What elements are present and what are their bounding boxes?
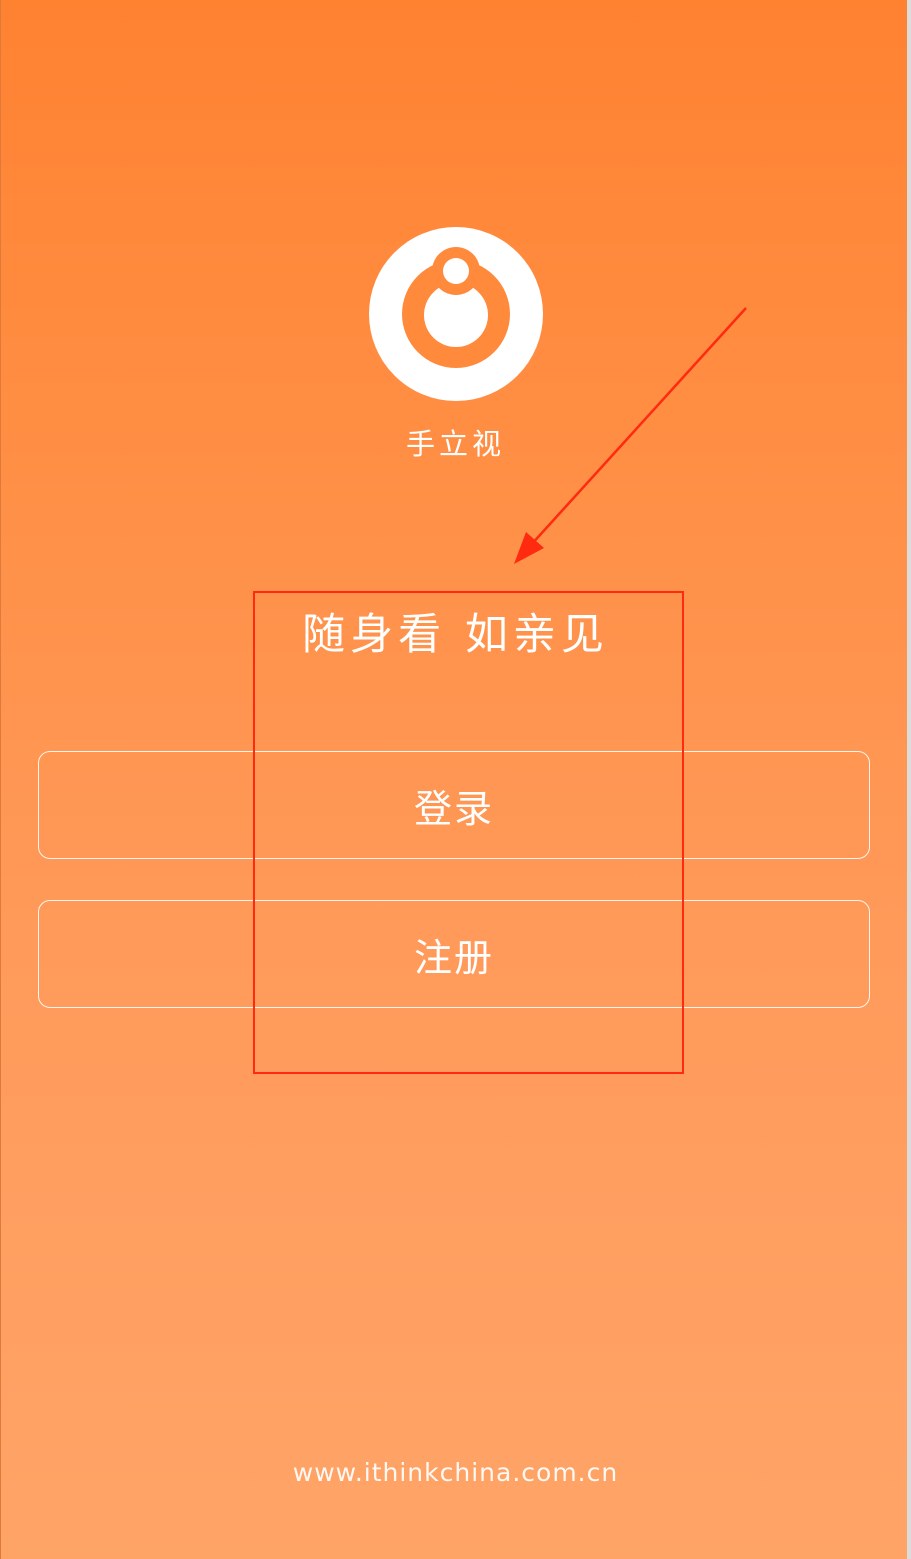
splash-screen: 手立视 随身看 如亲见 登录 注册 www.ithinkchina.com.cn [0,0,911,1559]
footer-url: www.ithinkchina.com.cn [292,1458,619,1487]
slogan: 随身看 如亲见 [302,610,609,660]
app-name: 手立视 [405,427,505,461]
login-button[interactable]: 登录 [38,751,870,859]
register-button[interactable]: 注册 [38,900,870,1008]
left-edge-divider [0,0,1,1559]
annotation-arrow-icon [514,307,747,564]
right-edge-scrollbar [907,0,911,1559]
